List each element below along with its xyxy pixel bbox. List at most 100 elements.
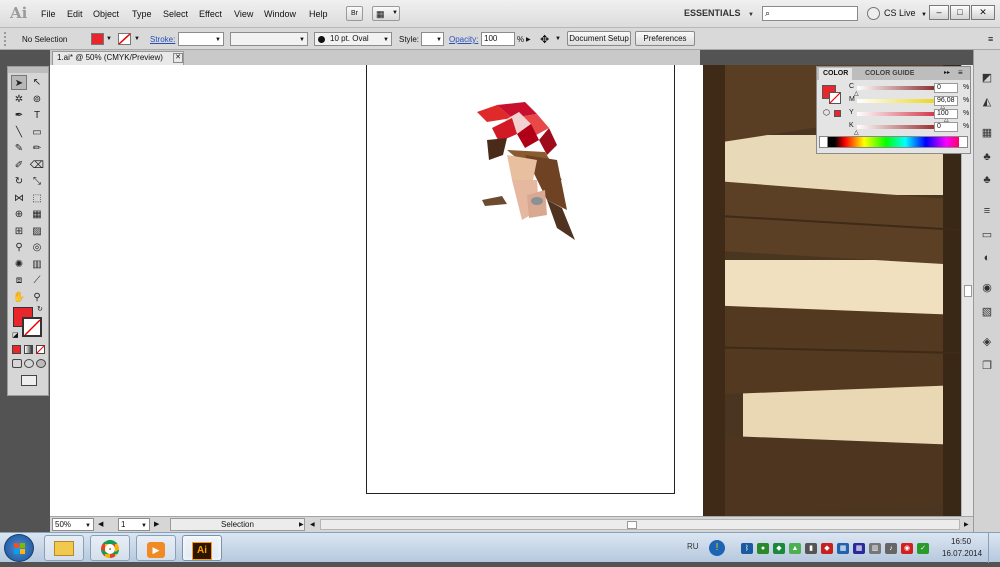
menu-type[interactable]: Type: [132, 9, 152, 19]
graphic-style-swatch[interactable]: ▼: [421, 32, 444, 46]
tray-app-icon[interactable]: ▦: [837, 543, 849, 554]
chevron-down-icon[interactable]: ▼: [555, 36, 561, 42]
tab-color[interactable]: COLOR: [819, 68, 853, 80]
tray-app-icon[interactable]: ◉: [901, 543, 913, 554]
collapse-icon[interactable]: ▸▸: [944, 69, 950, 76]
appearance-icon[interactable]: ◉: [979, 280, 995, 296]
document-setup-button[interactable]: Document Setup: [567, 31, 631, 46]
document-tab[interactable]: 1.ai* @ 50% (CMYK/Preview) ✕: [52, 51, 184, 65]
tray-app-icon[interactable]: ◆: [773, 543, 785, 554]
start-button[interactable]: [4, 534, 34, 562]
chrome-taskbar-icon[interactable]: [90, 535, 130, 561]
opacity-input[interactable]: 100: [481, 32, 515, 46]
chevron-down-icon[interactable]: ▼: [134, 36, 140, 42]
symbols-icon[interactable]: ♣: [979, 172, 995, 188]
rectangle-tool[interactable]: ▭: [29, 125, 45, 140]
gradient-icon[interactable]: ▭: [979, 227, 995, 243]
previous-artboard-icon[interactable]: ◀: [98, 520, 103, 528]
shape-builder-tool[interactable]: ⊕: [11, 207, 27, 222]
magic-wand-tool[interactable]: ✲: [11, 92, 27, 107]
menu-window[interactable]: Window: [264, 9, 296, 19]
tray-app-icon[interactable]: ◆: [821, 543, 833, 554]
portrait-artwork[interactable]: [467, 100, 587, 250]
zoom-field[interactable]: 50% ▼: [52, 518, 94, 531]
paintbrush-tool[interactable]: ✎: [11, 141, 27, 156]
none-swatch[interactable]: [820, 137, 828, 147]
artboard-number-field[interactable]: 1 ▼: [118, 518, 150, 531]
stroke-color-tool[interactable]: [22, 317, 42, 337]
eyedropper-tool[interactable]: ⚲: [11, 240, 27, 255]
scroll-right-icon[interactable]: ▶: [964, 521, 969, 528]
opacity-link[interactable]: Opacity:: [449, 35, 478, 44]
tray-app-icon[interactable]: ●: [757, 543, 769, 554]
media-player-taskbar-icon[interactable]: ▶: [136, 535, 176, 561]
scroll-left-icon[interactable]: ◀: [310, 521, 315, 528]
draw-inside-icon[interactable]: [36, 359, 46, 368]
out-of-gamut-swatch[interactable]: [834, 110, 841, 117]
bridge-button[interactable]: Br: [346, 6, 363, 21]
scroll-thumb[interactable]: [964, 285, 972, 297]
width-tool[interactable]: ⋈: [11, 191, 27, 206]
menu-help[interactable]: Help: [309, 9, 328, 19]
channel-value-input[interactable]: 100: [934, 109, 958, 119]
menu-edit[interactable]: Edit: [67, 9, 83, 19]
arrange-documents-button[interactable]: ▦ ▼: [372, 6, 400, 21]
tools-panel-header[interactable]: [8, 67, 48, 73]
menu-view[interactable]: View: [234, 9, 253, 19]
artboard[interactable]: [366, 65, 675, 494]
hand-tool[interactable]: ✋: [11, 290, 27, 305]
selection-tool[interactable]: ➤: [11, 75, 27, 90]
layers-icon[interactable]: ◈: [979, 334, 995, 350]
color-panel-icon[interactable]: ◩: [979, 70, 995, 86]
brushes-icon[interactable]: ♣: [979, 149, 995, 165]
pen-tool[interactable]: ✒: [11, 108, 27, 123]
slider-thumb[interactable]: △: [854, 129, 859, 136]
tab-color-guide[interactable]: COLOR GUIDE: [861, 68, 918, 80]
swap-colors-icon[interactable]: ↻: [37, 305, 43, 313]
tray-app-icon[interactable]: ✓: [917, 543, 929, 554]
lasso-tool[interactable]: ⊚: [29, 92, 45, 107]
bluetooth-icon[interactable]: ᛒ: [741, 543, 753, 554]
next-artboard-icon[interactable]: ▶: [154, 520, 159, 528]
stroke-weight-field[interactable]: ▼: [178, 32, 224, 46]
type-tool[interactable]: T: [29, 108, 45, 123]
pencil-tool[interactable]: ✏: [29, 141, 45, 156]
stroke-color-swatch[interactable]: [118, 33, 131, 45]
channel-value-input[interactable]: 0: [934, 122, 958, 132]
help-search-input[interactable]: ⌕: [762, 6, 858, 21]
artboard-tool[interactable]: ⧈: [11, 273, 27, 288]
default-colors-icon[interactable]: ◪: [12, 331, 19, 339]
language-indicator[interactable]: RU: [687, 542, 699, 551]
panel-menu-icon[interactable]: ≡: [958, 68, 963, 77]
free-transform-tool[interactable]: ⬚: [29, 191, 45, 206]
menu-effect[interactable]: Effect: [199, 9, 222, 19]
swatches-icon[interactable]: ▦: [979, 125, 995, 141]
fill-color-swatch[interactable]: [91, 33, 104, 45]
blend-tool[interactable]: ◎: [29, 240, 45, 255]
panel-menu-icon[interactable]: ≡: [988, 34, 993, 44]
menu-select[interactable]: Select: [163, 9, 188, 19]
minimize-button[interactable]: –: [929, 5, 949, 20]
restore-button[interactable]: □: [950, 5, 970, 20]
artboards-icon[interactable]: ❐: [979, 358, 995, 374]
close-tab-icon[interactable]: ✕: [173, 53, 183, 63]
stroke-swatch[interactable]: [829, 92, 841, 104]
chevron-down-icon[interactable]: ▼: [106, 36, 112, 42]
illustrator-taskbar-icon[interactable]: Ai: [182, 535, 222, 561]
tray-app-icon[interactable]: ▲: [789, 543, 801, 554]
gradient-tool[interactable]: ▨: [29, 224, 45, 239]
blob-brush-tool[interactable]: ✐: [11, 158, 27, 173]
variable-width-profile[interactable]: ▼: [230, 32, 308, 46]
draw-behind-icon[interactable]: [24, 359, 34, 368]
close-button[interactable]: ✕: [971, 5, 995, 20]
zoom-tool[interactable]: ⚲: [29, 290, 45, 305]
column-graph-tool[interactable]: ▥: [29, 257, 45, 272]
none-mode-icon[interactable]: [36, 345, 45, 354]
direct-selection-tool[interactable]: ↖: [29, 75, 45, 90]
white-swatch[interactable]: [959, 137, 967, 147]
menu-object[interactable]: Object: [93, 9, 119, 19]
menu-file[interactable]: File: [41, 9, 56, 19]
recolor-artwork-icon[interactable]: ✥: [540, 33, 549, 46]
chevron-right-icon[interactable]: ▶: [299, 521, 304, 528]
clock-time[interactable]: 16:50: [951, 537, 971, 546]
